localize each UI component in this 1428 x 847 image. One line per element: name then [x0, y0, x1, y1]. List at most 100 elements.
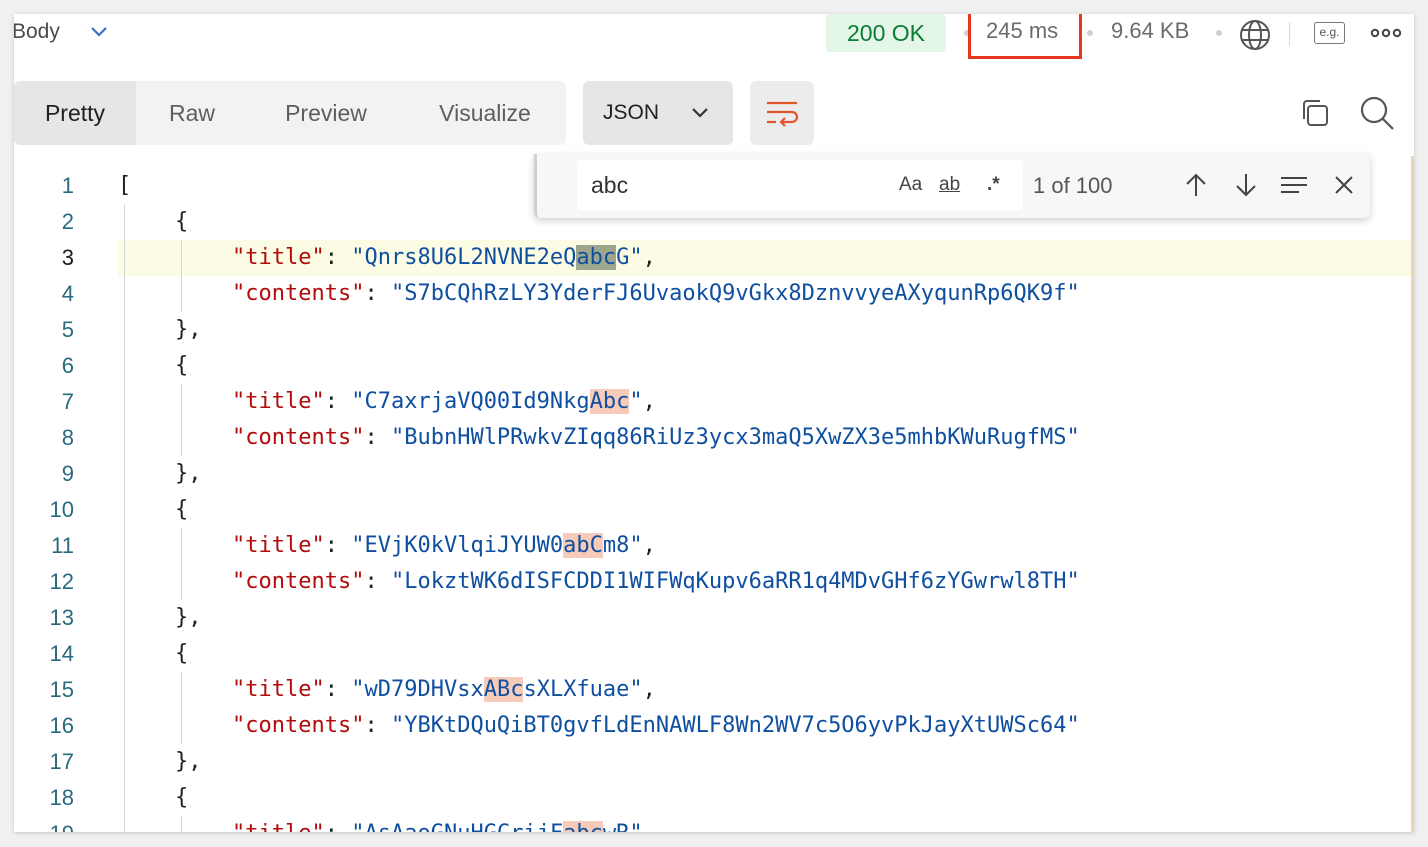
line-number: 14 [49, 641, 74, 666]
search-icon[interactable] [1358, 94, 1396, 132]
find-widget: Aa ab .* 1 of 100 [534, 154, 1370, 218]
code-editor[interactable]: 1[2{3 "title": "Qnrs8U6L2NVNE2eQabcG", 4 "c… [14, 156, 1414, 832]
response-time[interactable]: 245 ms [986, 18, 1058, 44]
more-options-icon[interactable] [1370, 24, 1402, 42]
arrow-up-icon[interactable] [1181, 170, 1211, 200]
json-quote: " [351, 425, 365, 450]
wrap-lines-button[interactable] [750, 81, 814, 145]
json-quote: " [232, 533, 246, 558]
json-string-value: "BubnHWlPRwkvZIqq86RiUz3ycx3maQ5XwZX3e5m… [390, 425, 1080, 450]
indent-guide [181, 816, 182, 832]
json-punctuation: }, [175, 317, 202, 342]
json-quote: " [311, 821, 324, 832]
tab-preview[interactable]: Preview [264, 81, 388, 145]
json-punctuation: }, [175, 461, 202, 486]
line-number: 17 [49, 749, 74, 774]
chevron-down-icon[interactable] [88, 23, 110, 41]
json-quote: " [311, 533, 325, 558]
json-comma: , [642, 245, 656, 270]
json-quote: " [232, 821, 245, 832]
json-punctuation: }, [175, 749, 202, 774]
code-text: "title": "C7axrjaVQ00Id9NkgAbc", [232, 384, 656, 420]
body-label[interactable]: Body [14, 20, 60, 44]
regex-toggle[interactable]: .* [987, 174, 1000, 196]
code-line: 11 "title": "EVjK0kVlqiJYUW0abCm8", [14, 528, 1414, 564]
json-colon: : [364, 569, 391, 594]
json-comma: , [643, 821, 656, 832]
code-line: 6{ [14, 348, 1414, 384]
json-punctuation: [ [118, 173, 132, 198]
indent-guide [181, 672, 182, 744]
json-comma: , [642, 533, 656, 558]
search-match: ABc [483, 677, 524, 702]
code-text: "title": "EVjK0kVlqiJYUW0abCm8", [232, 528, 656, 564]
json-colon: : [324, 245, 352, 270]
match-case-toggle[interactable]: Aa [899, 174, 922, 196]
view-tabs: Pretty Raw Preview Visualize [14, 81, 566, 145]
json-punctuation: { [175, 353, 189, 378]
json-colon: : [364, 425, 391, 450]
code-line: 18 { [14, 780, 1414, 816]
json-quote: " [232, 281, 246, 306]
json-quote: " [351, 281, 365, 306]
line-number: 9 [61, 461, 74, 486]
line-number: 10 [49, 497, 74, 522]
line-number: 16 [49, 713, 74, 738]
find-in-selection-icon[interactable] [1279, 170, 1309, 200]
code-text: }, [175, 312, 202, 348]
tab-visualize[interactable]: Visualize [418, 81, 552, 145]
json-key: title [245, 245, 312, 270]
json-colon: : [324, 677, 352, 702]
line-number: 5 [61, 317, 74, 342]
format-select-value: JSON [603, 101, 660, 124]
tab-pretty[interactable]: Pretty [14, 81, 136, 145]
code-text: { [175, 636, 188, 672]
current-search-match: abc [576, 245, 617, 270]
json-key: title [245, 533, 312, 558]
json-quote: " [351, 569, 365, 594]
tab-raw[interactable]: Raw [144, 81, 240, 145]
code-line: 9}, [14, 456, 1414, 492]
line-number: 19 [14, 816, 74, 832]
json-colon: : [325, 821, 352, 832]
globe-icon[interactable] [1238, 18, 1272, 52]
json-quote: " [311, 389, 325, 414]
separator-dot [1216, 30, 1222, 36]
json-quote: " [232, 425, 246, 450]
code-text: { [175, 492, 188, 528]
copy-icon[interactable] [1298, 96, 1332, 130]
divider [1289, 22, 1290, 46]
line-number: 6 [61, 353, 74, 378]
line-number: 13 [49, 605, 74, 630]
code-line: 16 "contents": "YBKtDQuQiBT0gvfLdEnNAWLF8… [14, 708, 1414, 744]
json-quote: " [311, 245, 325, 270]
code-text: "contents": "S7bCQhRzLY3YderFJ6UvaokQ9vG… [232, 276, 1080, 312]
json-colon: : [364, 281, 391, 306]
code-text: [ [118, 168, 131, 204]
find-match-count: 1 of 100 [1033, 173, 1113, 198]
code-text: "title": "wD79DHVsxABcsXLXfuae", [232, 672, 656, 708]
example-icon[interactable]: e.g. [1314, 22, 1345, 44]
response-size[interactable]: 9.64 KB [1111, 18, 1189, 44]
code-text: "contents": "YBKtDQuQiBT0gvfLdEnNAWLF8Wn… [232, 708, 1080, 744]
json-key: contents [245, 569, 352, 594]
code-line: 8 "contents": "BubnHWlPRwkvZIqq86RiUz3ycx… [14, 420, 1414, 456]
indent-guide [181, 384, 182, 456]
code-text: }, [175, 600, 202, 636]
code-line: 5}, [14, 312, 1414, 348]
response-panel: Body 200 OK 245 ms 9.64 KB e.g. Pretty R… [14, 14, 1414, 832]
line-number: 8 [61, 425, 74, 450]
json-quote: " [232, 389, 246, 414]
arrow-down-icon[interactable] [1231, 170, 1261, 200]
whole-word-toggle[interactable]: ab [939, 174, 960, 196]
close-icon[interactable] [1329, 170, 1359, 200]
scrollbar[interactable] [1411, 156, 1414, 832]
line-number: 2 [61, 209, 74, 234]
code-line: 13}, [14, 600, 1414, 636]
line-number: 4 [61, 281, 74, 306]
format-select[interactable]: JSON [583, 81, 733, 145]
json-key: title [245, 389, 312, 414]
line-number: 3 [61, 245, 74, 270]
code-text: { [175, 348, 188, 384]
json-colon: : [364, 713, 391, 738]
